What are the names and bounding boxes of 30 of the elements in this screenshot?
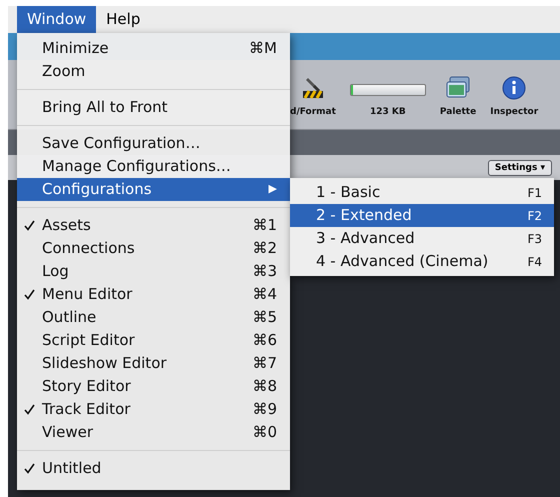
menu-item[interactable]: Connections ⌘2 bbox=[17, 237, 290, 260]
menu-item[interactable]: Zoom bbox=[17, 60, 290, 83]
menu-item[interactable]: 3 - Advanced F3 bbox=[290, 227, 554, 250]
menu-item[interactable]: 2 - Extended F2 bbox=[290, 204, 554, 227]
settings-button[interactable]: Settings ▾ bbox=[488, 160, 552, 176]
toolbar-label: Palette bbox=[440, 106, 476, 119]
menu-item[interactable]: 4 - Advanced (Cinema) F4 bbox=[290, 250, 554, 273]
palette-icon[interactable] bbox=[445, 76, 472, 100]
menu-item[interactable]: Untitled bbox=[17, 457, 290, 480]
menu-item[interactable]: Outline ⌘5 bbox=[17, 306, 290, 329]
menu-item[interactable]: Assets ⌘1 bbox=[17, 214, 290, 237]
menu-item[interactable]: Story Editor ⌘8 bbox=[17, 375, 290, 398]
menu-item[interactable]: Menu Editor ⌘4 bbox=[17, 283, 290, 306]
menu-item[interactable]: 1 - Basic F1 bbox=[290, 181, 554, 204]
menu-item[interactable]: Viewer ⌘0 bbox=[17, 421, 290, 444]
menu-bar-item[interactable]: Window bbox=[17, 6, 96, 33]
menu-item[interactable]: Minimize ⌘M bbox=[17, 37, 290, 60]
toolbar-label: Inspector bbox=[490, 106, 538, 119]
menu-item[interactable]: Script Editor ⌘6 bbox=[17, 329, 290, 352]
menu-item[interactable]: Manage Configurations… bbox=[17, 155, 290, 178]
toolbar-label: d/Format bbox=[290, 106, 336, 119]
toolbar-label: 123 KB bbox=[370, 106, 406, 119]
menu-item[interactable]: Track Editor ⌘9 bbox=[17, 398, 290, 421]
menu-item[interactable]: Log ⌘3 bbox=[17, 260, 290, 283]
menu-item[interactable]: Save Configuration… bbox=[17, 132, 290, 155]
submenu-item[interactable]: Configurations ▶ bbox=[17, 178, 290, 201]
menu-bar-item[interactable]: Help bbox=[96, 6, 150, 33]
info-icon[interactable] bbox=[502, 76, 526, 100]
menu-item[interactable]: Slideshow Editor ⌘7 bbox=[17, 352, 290, 375]
menu-item[interactable]: Bring All to Front bbox=[17, 96, 290, 119]
